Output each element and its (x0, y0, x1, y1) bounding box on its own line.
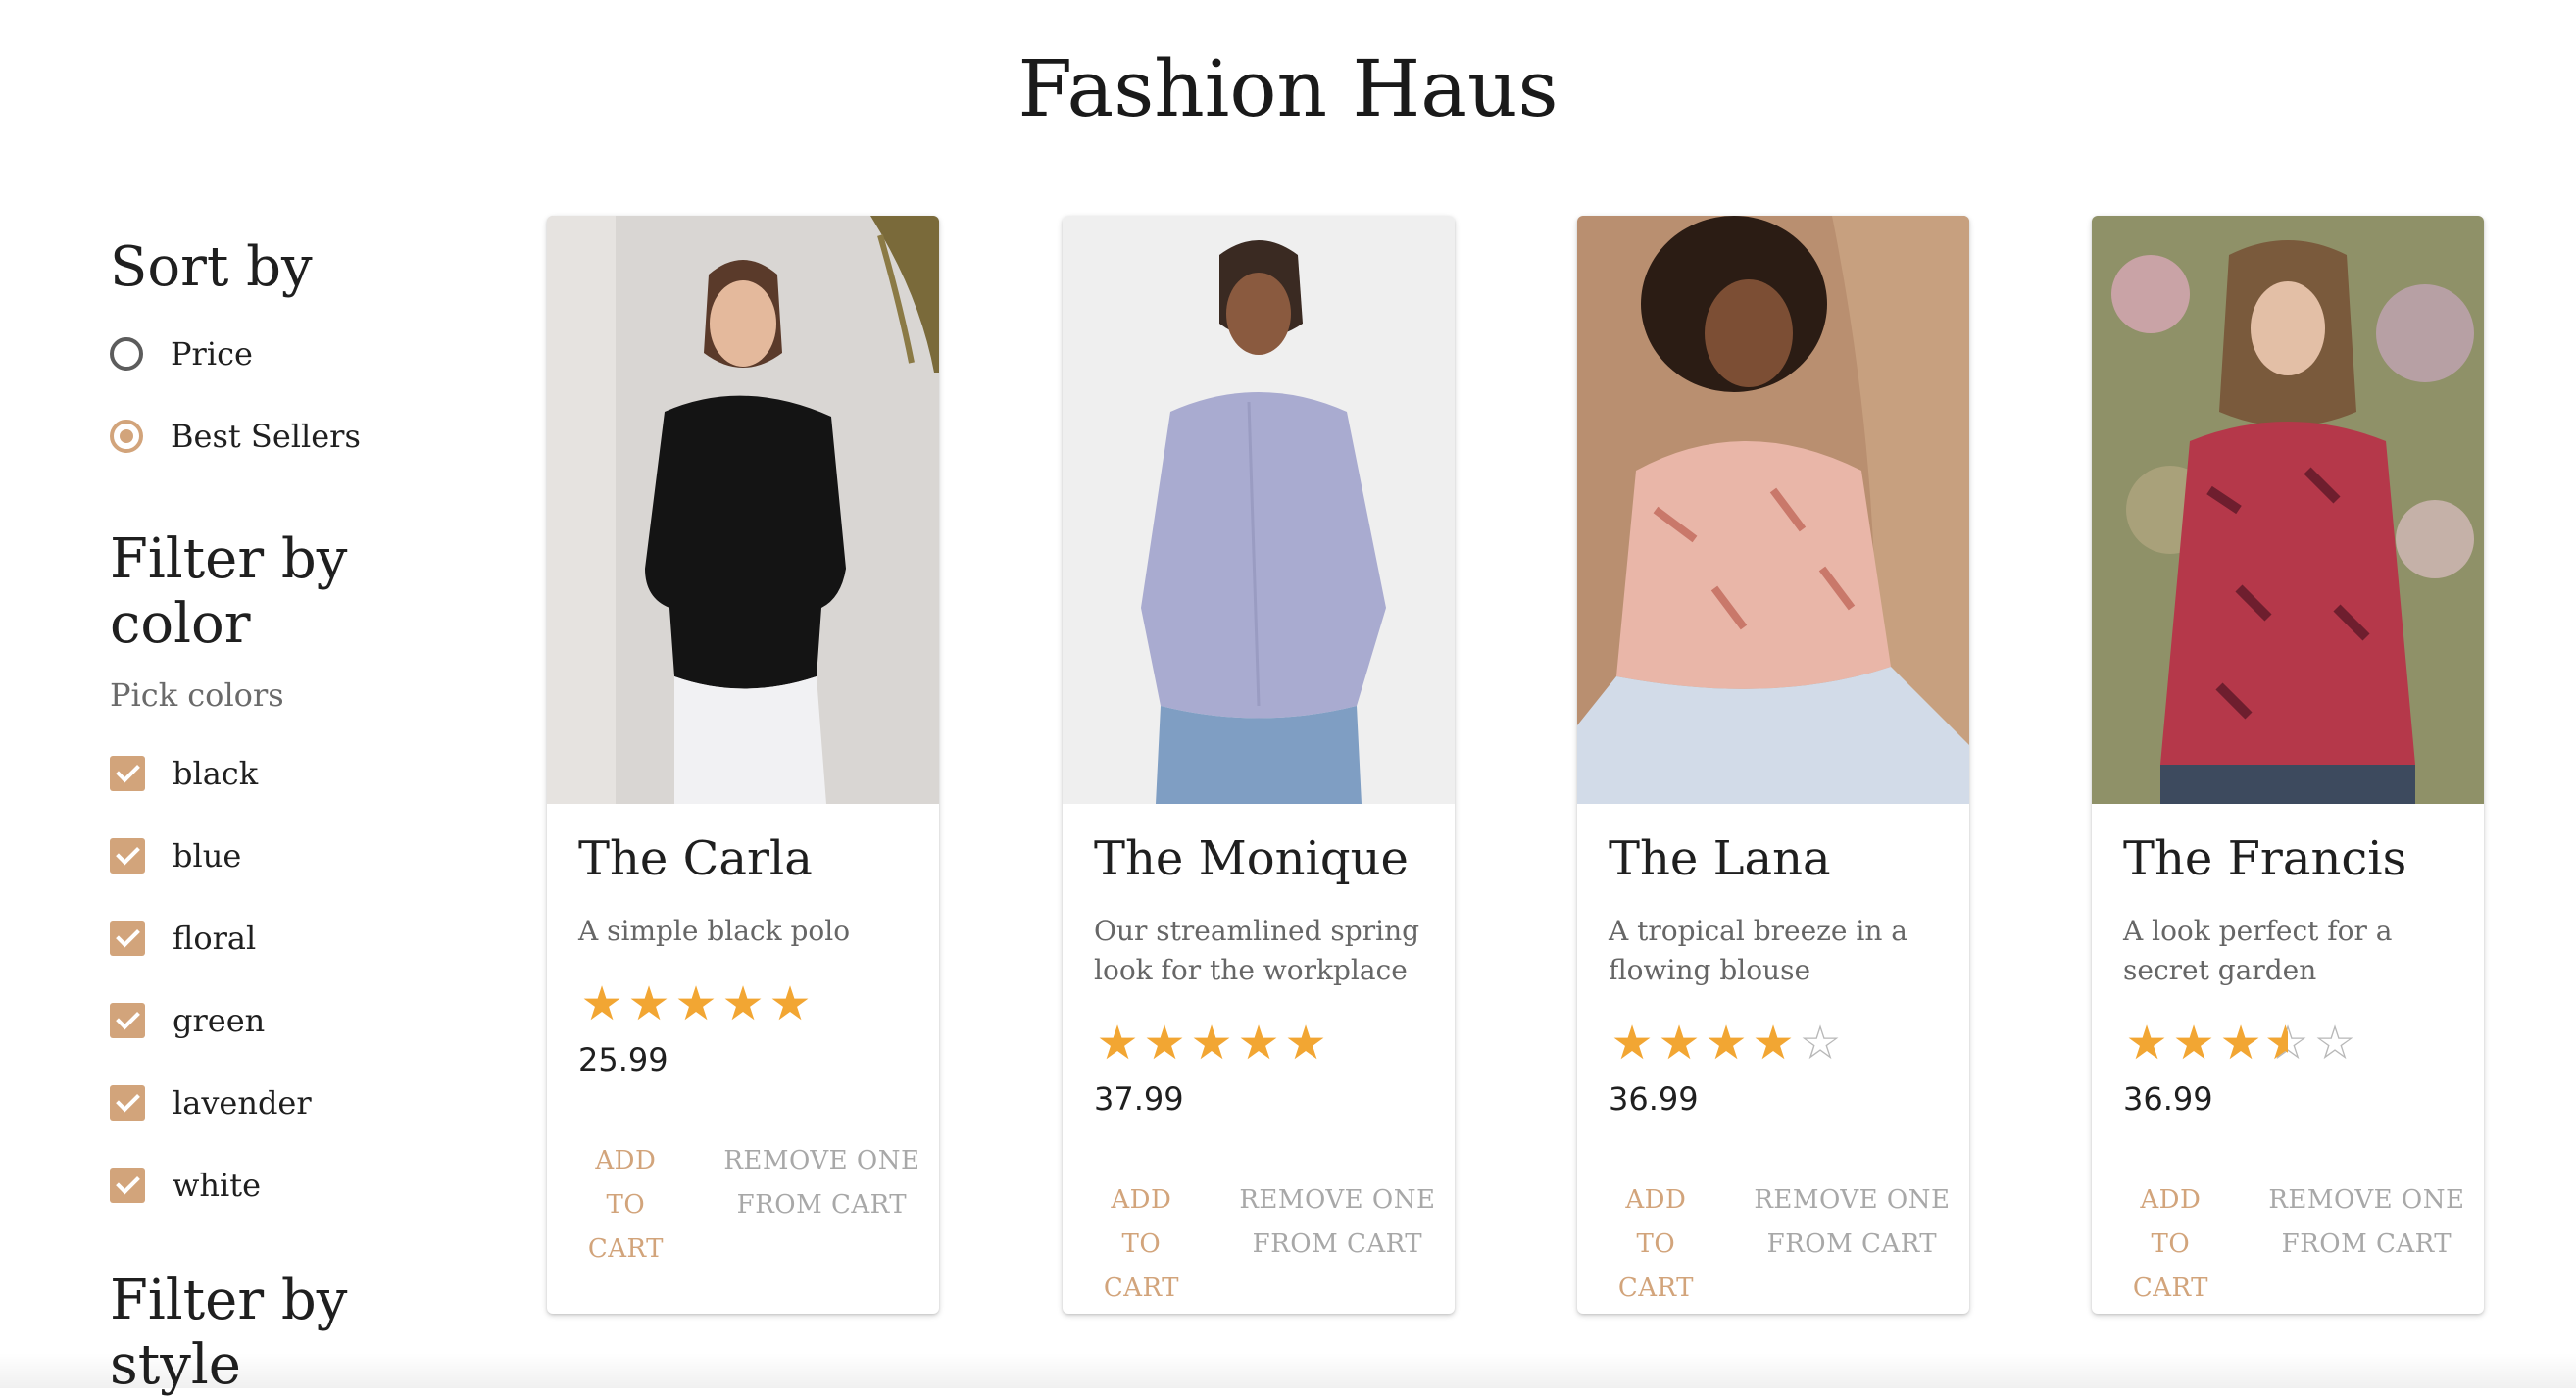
product-price: 25.99 (578, 1041, 669, 1078)
product-description: A look perfect for a secret garden (2123, 915, 2393, 986)
rating-stars: ★ ★ ★ ★ ★ (1094, 1020, 1437, 1067)
color-option-green[interactable]: green (110, 1002, 265, 1039)
rating-stars: ★ ★ ★ ★ ★ (578, 980, 921, 1027)
star-icon: ★ (768, 976, 812, 1031)
sort-option-price[interactable]: Price (110, 335, 253, 373)
sort-option-label: Price (171, 335, 253, 373)
page-title: Fashion Haus (1017, 43, 1559, 134)
product-image-lana[interactable] (1577, 216, 1969, 804)
star-icon: ★ (1752, 1016, 1795, 1071)
radio-best-sellers[interactable] (110, 420, 143, 453)
product-description: Our streamlined spring look for the work… (1094, 915, 1420, 986)
scroll-shadow (0, 1353, 2576, 1388)
color-option-white[interactable]: white (110, 1167, 261, 1204)
color-option-label: black (173, 755, 259, 792)
checkbox-green[interactable] (110, 1003, 145, 1038)
product-card-monique: The Monique Our streamlined spring look … (1063, 216, 1455, 1314)
color-filter-helper: Pick colors (110, 676, 284, 714)
star-half-icon: ☆ (2264, 1020, 2311, 1067)
star-outline-icon: ☆ (2313, 1016, 2356, 1071)
product-info: The Carla A simple black polo ★ ★ ★ ★ ★ … (578, 831, 921, 1272)
star-icon: ★ (1096, 1016, 1139, 1071)
checkbox-black[interactable] (110, 756, 145, 791)
product-image-francis[interactable] (2092, 216, 2484, 804)
color-option-label: floral (173, 920, 257, 957)
star-icon: ★ (1705, 1016, 1748, 1071)
sort-option-label: Best Sellers (171, 418, 361, 455)
star-icon: ★ (2172, 1016, 2215, 1071)
product-info: The Monique Our streamlined spring look … (1094, 831, 1437, 1311)
product-card-francis: The Francis A look perfect for a secret … (2092, 216, 2484, 1314)
color-option-floral[interactable]: floral (110, 920, 256, 957)
star-icon: ★ (1284, 1016, 1327, 1071)
star-icon: ★ (1190, 1016, 1233, 1071)
star-icon: ★ (1143, 1016, 1186, 1071)
remove-from-cart-button[interactable]: REMOVE ONE FROM CART (1753, 1178, 1952, 1311)
product-description: A simple black polo (578, 915, 851, 947)
product-info: The Francis A look perfect for a secret … (2123, 831, 2466, 1311)
product-image-carla[interactable] (547, 216, 939, 804)
add-to-cart-button[interactable]: ADD TO CART (1094, 1178, 1189, 1311)
rating-stars: ★ ★ ★ ★ ☆ (1609, 1020, 1952, 1067)
add-to-cart-button[interactable]: ADD TO CART (2123, 1178, 2218, 1311)
color-option-label: green (173, 1002, 266, 1039)
star-icon: ★ (674, 976, 718, 1031)
product-info: The Lana A tropical breeze in a flowing … (1609, 831, 1952, 1311)
star-icon: ★ (627, 976, 670, 1031)
remove-from-cart-button[interactable]: REMOVE ONE FROM CART (2267, 1178, 2466, 1311)
add-to-cart-button[interactable]: ADD TO CART (1609, 1178, 1704, 1311)
star-outline-icon: ☆ (1799, 1016, 1842, 1071)
color-option-label: blue (173, 837, 242, 874)
card-actions: ADD TO CART REMOVE ONE FROM CART (1609, 1178, 1952, 1311)
product-price: 36.99 (2123, 1080, 2213, 1118)
product-price: 37.99 (1094, 1080, 1184, 1118)
product-price: 36.99 (1609, 1080, 1699, 1118)
color-option-label: white (173, 1167, 262, 1204)
radio-price[interactable] (110, 337, 143, 371)
remove-from-cart-button[interactable]: REMOVE ONE FROM CART (722, 1139, 921, 1272)
star-icon: ★ (2219, 1016, 2262, 1071)
checkbox-blue[interactable] (110, 838, 145, 874)
card-actions: ADD TO CART REMOVE ONE FROM CART (1094, 1178, 1437, 1311)
checkbox-lavender[interactable] (110, 1085, 145, 1121)
product-image-monique[interactable] (1063, 216, 1455, 804)
card-actions: ADD TO CART REMOVE ONE FROM CART (578, 1139, 921, 1272)
star-icon: ★ (2125, 1016, 2168, 1071)
star-icon: ★ (1610, 1016, 1654, 1071)
product-name: The Lana (1609, 831, 1831, 886)
star-icon: ★ (1658, 1016, 1701, 1071)
color-option-blue[interactable]: blue (110, 837, 241, 874)
color-option-lavender[interactable]: lavender (110, 1084, 312, 1122)
remove-from-cart-button[interactable]: REMOVE ONE FROM CART (1238, 1178, 1437, 1311)
product-card-carla: The Carla A simple black polo ★ ★ ★ ★ ★ … (547, 216, 939, 1314)
product-name: The Monique (1094, 831, 1409, 886)
star-icon: ★ (580, 976, 623, 1031)
color-filter-heading: Filter by color (110, 527, 348, 657)
sort-heading: Sort by (110, 235, 313, 299)
star-icon: ★ (1237, 1016, 1280, 1071)
checkbox-floral[interactable] (110, 921, 145, 956)
product-name: The Carla (578, 831, 813, 886)
color-option-black[interactable]: black (110, 755, 258, 792)
product-description: A tropical breeze in a flowing blouse (1609, 915, 1907, 986)
product-name: The Francis (2123, 831, 2407, 886)
sort-option-best-sellers[interactable]: Best Sellers (110, 418, 361, 455)
color-option-label: lavender (173, 1084, 312, 1122)
star-icon: ★ (721, 976, 765, 1031)
rating-stars: ★ ★ ★ ☆ ☆ (2123, 1020, 2466, 1067)
card-actions: ADD TO CART REMOVE ONE FROM CART (2123, 1178, 2466, 1311)
add-to-cart-button[interactable]: ADD TO CART (578, 1139, 673, 1272)
checkbox-white[interactable] (110, 1168, 145, 1203)
product-card-lana: The Lana A tropical breeze in a flowing … (1577, 216, 1969, 1314)
